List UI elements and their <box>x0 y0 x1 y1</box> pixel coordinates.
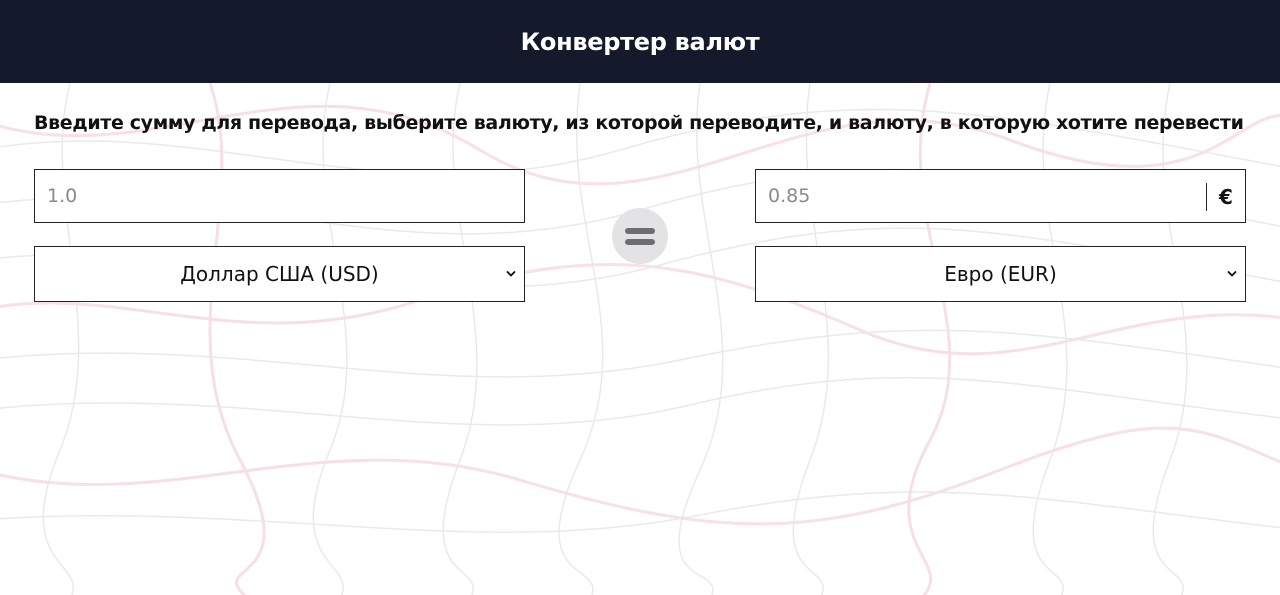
from-currency-select[interactable]: Доллар США (USD) <box>34 246 525 302</box>
to-amount-field[interactable]: € <box>755 169 1246 223</box>
from-currency-value: Доллар США (USD) <box>180 262 379 286</box>
instruction-text: Введите сумму для перевода, выберите вал… <box>34 112 1244 134</box>
from-amount-input[interactable] <box>35 170 524 222</box>
from-amount-field[interactable] <box>34 169 525 223</box>
equals-icon <box>625 228 655 234</box>
header-bar: Конвертер валют <box>0 0 1280 83</box>
chevron-down-icon <box>1227 271 1237 277</box>
chevron-down-icon <box>506 271 516 277</box>
page-title: Конвертер валют <box>520 27 760 56</box>
euro-icon: € <box>1206 183 1245 211</box>
to-currency-select[interactable]: Евро (EUR) <box>755 246 1246 302</box>
convert-button[interactable] <box>612 208 668 264</box>
to-amount-input[interactable] <box>756 170 1245 222</box>
to-currency-value: Евро (EUR) <box>944 262 1057 286</box>
